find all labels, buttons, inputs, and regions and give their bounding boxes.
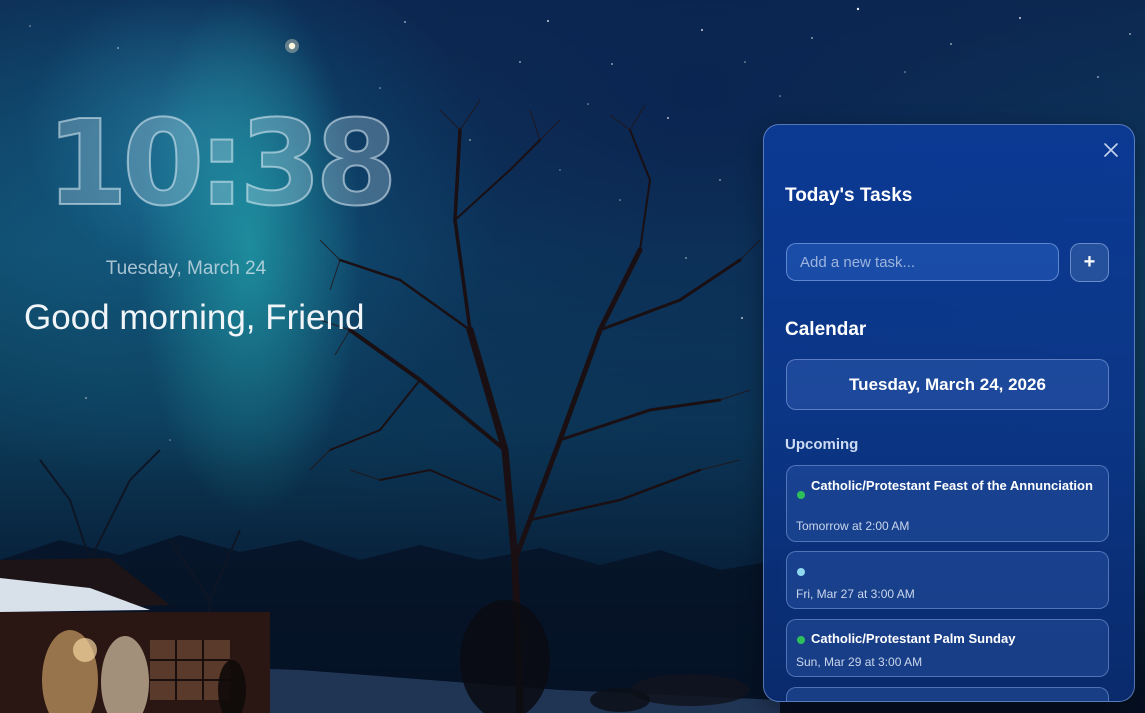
clock-time: 10:38 — [45, 94, 399, 232]
tasks-heading: Today's Tasks — [785, 185, 913, 206]
calendar-date-button[interactable]: Tuesday, March 24, 2026 — [786, 359, 1109, 410]
event-time: Fri, Mar 27 at 3:00 AM — [796, 587, 915, 601]
clock-date: Tuesday, March 24 — [105, 258, 267, 279]
event-status-dot — [797, 491, 805, 499]
event-time: Tomorrow at 2:00 AM — [796, 519, 910, 533]
upcoming-heading: Upcoming — [785, 436, 859, 453]
event-item[interactable] — [786, 687, 1109, 701]
tasks-calendar-panel: Today's Tasks + Calendar Tuesday, March … — [763, 124, 1135, 702]
event-title: Catholic/Protestant Palm Sunday — [811, 631, 1016, 646]
event-status-dot — [797, 636, 805, 644]
greeting-text: Good morning, Friend — [24, 298, 365, 337]
close-icon[interactable] — [1102, 141, 1120, 159]
calendar-heading: Calendar — [785, 319, 867, 340]
event-item[interactable]: Fri, Mar 27 at 3:00 AM — [786, 551, 1109, 609]
event-item[interactable]: Catholic/Protestant Feast of the Annunci… — [786, 465, 1109, 542]
close-icon-glyph — [1104, 143, 1118, 157]
event-item[interactable]: Catholic/Protestant Palm Sunday Sun, Mar… — [786, 619, 1109, 677]
event-status-dot — [797, 568, 805, 576]
event-time: Sun, Mar 29 at 3:00 AM — [796, 655, 923, 669]
add-task-button[interactable]: + — [1070, 243, 1109, 282]
event-title: Catholic/Protestant Feast of the Annunci… — [811, 478, 1093, 493]
new-task-input[interactable] — [786, 243, 1059, 281]
